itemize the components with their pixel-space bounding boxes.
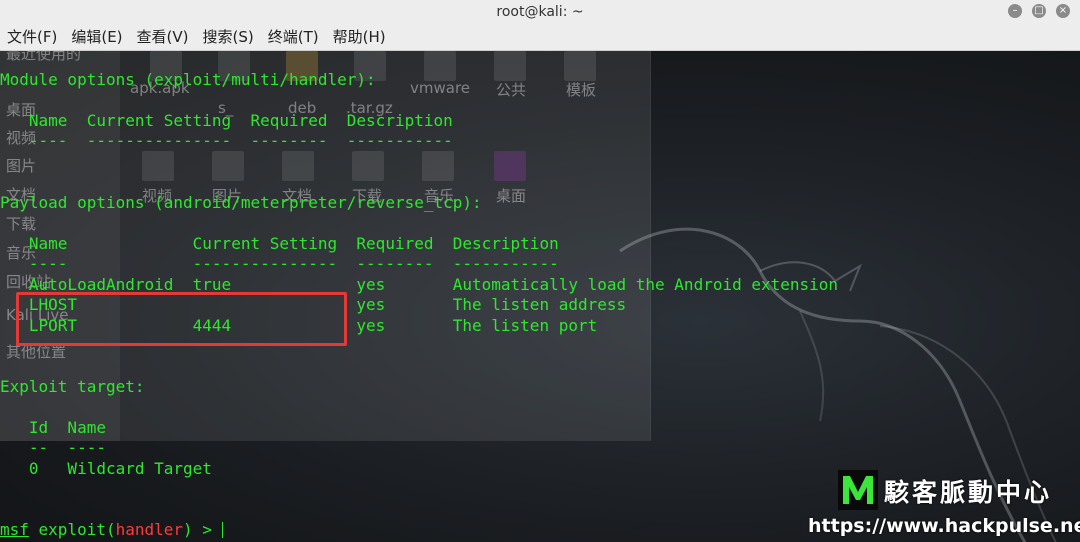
module-options-columns: Name Current Setting Required Descriptio… <box>0 111 453 130</box>
bg-file-label: 桌面 <box>496 187 527 205</box>
module-options-divider: ---- --------------- -------- ----------… <box>0 131 453 150</box>
prompt-module: handler <box>115 520 184 539</box>
bg-folder-icon <box>212 151 244 181</box>
lhost-lport-highlight <box>16 292 347 346</box>
exploit-target-row: 0 Wildcard Target <box>0 459 212 478</box>
prompt-msf: msf <box>0 520 29 539</box>
exploit-target-header: Exploit target: <box>0 377 145 396</box>
maximize-button[interactable]: □ <box>1032 4 1046 18</box>
exploit-target-divider: -- ---- <box>0 438 106 457</box>
menu-help[interactable]: 帮助(H) <box>326 24 393 50</box>
prompt-exploit: exploit( <box>28 520 116 539</box>
exploit-target-columns: Id Name <box>0 418 106 437</box>
payload-options-divider: ---- --------------- -------- ----------… <box>0 254 559 273</box>
bg-folder-icon <box>142 151 174 181</box>
watermark-url: https://www.hackpulse.net <box>808 515 1080 537</box>
bg-folder-icon <box>564 51 596 81</box>
text-cursor <box>221 522 223 538</box>
bg-sidebar-pictures: 图片 <box>6 157 37 175</box>
bg-file-label: 模板 <box>566 81 597 99</box>
menu-file[interactable]: 文件(F) <box>0 24 64 50</box>
bg-file-label: 公共 <box>496 81 527 99</box>
bg-file-icon <box>424 51 456 81</box>
command-prompt[interactable]: msf exploit(handler) > <box>0 520 223 540</box>
hackpulse-logo-icon <box>838 470 878 510</box>
payload-options-header: Payload options (android/meterpreter/rev… <box>0 193 482 212</box>
module-options-header: Module options (exploit/multi/handler): <box>0 70 376 89</box>
menu-bar: 文件(F) 编辑(E) 查看(V) 搜索(S) 终端(T) 帮助(H) <box>0 24 1080 51</box>
bg-folder-icon <box>494 51 526 81</box>
terminal-area[interactable]: 最近使用的 桌面 视频 图片 文档 下载 音乐 回收站 Kali Live 其他… <box>0 51 1080 542</box>
menu-terminal[interactable]: 终端(T) <box>261 24 326 50</box>
watermark-title: 駭客脈動中心 <box>884 478 1053 507</box>
bg-folder-icon <box>352 151 384 181</box>
menu-view[interactable]: 查看(V) <box>130 24 196 50</box>
minimize-button[interactable]: – <box>1008 4 1022 18</box>
bg-sidebar-downloads: 下载 <box>6 215 37 233</box>
title-bar[interactable]: root@kali: ~ – □ × <box>0 0 1080 25</box>
payload-options-columns: Name Current Setting Required Descriptio… <box>0 234 559 253</box>
bg-sidebar-recent: 最近使用的 <box>6 51 82 63</box>
window-title: root@kali: ~ <box>496 4 584 20</box>
bg-folder-icon <box>494 151 526 181</box>
close-button[interactable]: × <box>1056 4 1070 18</box>
bg-file-label: vmware <box>410 79 471 97</box>
prompt-end: ) > <box>183 520 222 539</box>
menu-search[interactable]: 搜索(S) <box>196 24 261 50</box>
window-controls: – □ × <box>1008 4 1070 20</box>
bg-folder-icon <box>422 151 454 181</box>
menu-edit[interactable]: 编辑(E) <box>64 24 129 50</box>
terminal-window: root@kali: ~ – □ × 文件(F) 编辑(E) 查看(V) 搜索(… <box>0 0 1080 542</box>
bg-folder-icon <box>282 151 314 181</box>
